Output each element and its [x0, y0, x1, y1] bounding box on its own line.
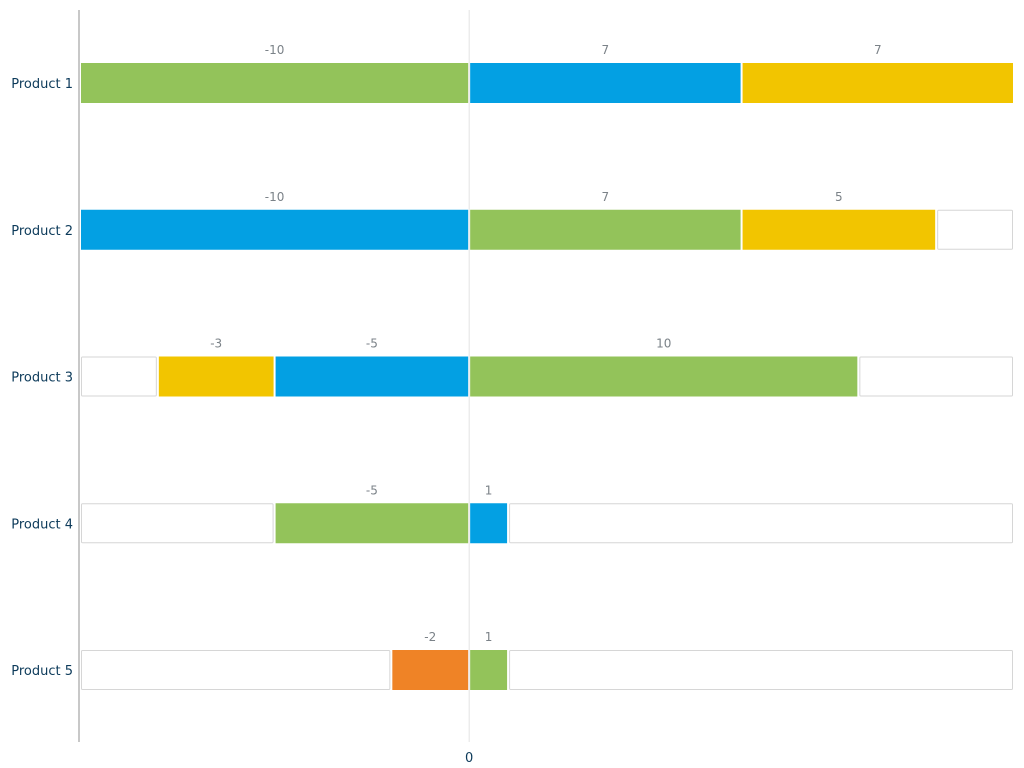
data-label: -2: [424, 630, 436, 644]
bar-segment[interactable]: [470, 209, 741, 250]
data-label: 10: [656, 337, 671, 351]
data-label: -5: [366, 483, 378, 497]
empty-remainder-box: [937, 209, 1014, 250]
empty-remainder-box: [509, 503, 1013, 544]
data-label: 1: [485, 483, 493, 497]
empty-remainder-box: [509, 650, 1013, 690]
bar-segment[interactable]: [275, 356, 469, 397]
bar-segment[interactable]: [81, 63, 469, 103]
bar-segment[interactable]: [470, 356, 858, 397]
category-label: Product 5: [11, 664, 73, 679]
empty-remainder-box: [81, 356, 157, 397]
data-label: 5: [835, 190, 843, 204]
bar-segment[interactable]: [470, 503, 508, 544]
bar-segment[interactable]: [81, 209, 469, 250]
bar-segment[interactable]: [470, 650, 508, 690]
chart: Product 1 -10 7 7 Product 2 -10 7 5 Product 3 -5 -…: [11, 10, 1014, 766]
bar-segment[interactable]: [742, 63, 1013, 103]
empty-remainder-box: [81, 650, 391, 690]
data-label: -5: [366, 337, 378, 351]
data-label: 7: [602, 43, 610, 57]
bar-segment[interactable]: [392, 650, 469, 690]
data-label: 7: [874, 43, 882, 57]
category-label: Product 2: [11, 224, 73, 239]
empty-remainder-box: [859, 356, 1013, 397]
bar-segment[interactable]: [275, 503, 469, 544]
empty-remainder-box: [81, 503, 274, 544]
data-label: 1: [485, 630, 493, 644]
bar-segment[interactable]: [470, 63, 741, 103]
category-label: Product 4: [11, 517, 73, 532]
category-label: Product 3: [11, 371, 73, 386]
x-tick-label-0: 0: [465, 751, 473, 766]
bar-segment[interactable]: [158, 356, 274, 397]
data-label: 7: [602, 190, 610, 204]
category-label: Product 1: [11, 77, 73, 92]
data-label: -10: [265, 43, 285, 57]
bar-segment[interactable]: [742, 209, 936, 250]
data-label: -3: [210, 337, 222, 351]
data-label: -10: [265, 190, 285, 204]
bars-layer: [81, 63, 1014, 690]
